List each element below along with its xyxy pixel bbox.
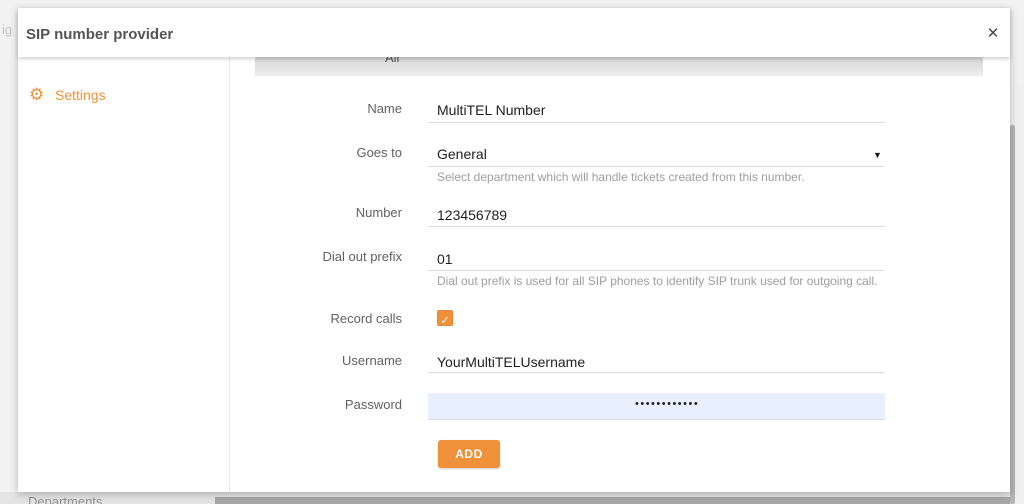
name-underline — [428, 122, 885, 123]
password-label: Password — [230, 397, 402, 412]
sip-number-provider-modal: SIP number provider ✕ ⚙ Settings All Nam… — [18, 8, 1010, 492]
close-icon: ✕ — [987, 25, 1000, 42]
record-calls-label: Record calls — [230, 311, 402, 326]
filter-bar-label: All — [385, 57, 399, 65]
goes-to-underline — [428, 166, 885, 167]
gear-icon: ⚙ — [29, 85, 44, 105]
chevron-down-icon[interactable]: ▼ — [873, 150, 882, 160]
background-text-fragment: ig — [2, 22, 12, 37]
check-icon: ✓ — [440, 315, 449, 327]
dial-out-prefix-label: Dial out prefix — [230, 249, 402, 264]
close-button[interactable]: ✕ — [982, 23, 1004, 45]
page-scrollbar-track[interactable] — [1010, 84, 1024, 504]
modal-header: SIP number provider ✕ — [18, 8, 1010, 57]
sidebar: ⚙ Settings — [18, 57, 230, 492]
settings-form: All Name MultiTEL Number Goes to General… — [230, 57, 1010, 492]
name-input[interactable]: MultiTEL Number — [437, 102, 545, 118]
username-underline — [428, 372, 885, 373]
number-input[interactable]: 123456789 — [437, 207, 507, 223]
password-input[interactable]: •••••••••••• — [428, 393, 885, 419]
password-masked-value: •••••••••••• — [635, 398, 699, 410]
dial-out-prefix-underline — [428, 270, 885, 271]
sidebar-item-settings[interactable]: ⚙ Settings — [18, 83, 229, 107]
goes-to-select[interactable]: General — [437, 146, 487, 162]
number-label: Number — [230, 205, 402, 220]
modal-title: SIP number provider — [26, 26, 173, 43]
password-underline — [428, 419, 885, 420]
number-underline — [428, 226, 885, 227]
username-input[interactable]: YourMultiTELUsername — [437, 354, 585, 370]
filter-bar-all[interactable]: All — [255, 57, 983, 76]
username-label: Username — [230, 353, 402, 368]
background-bottom-bar — [215, 497, 1010, 504]
dial-out-prefix-input[interactable]: 01 — [437, 251, 453, 267]
goes-to-label: Goes to — [230, 145, 402, 160]
background-departments-label: Departments — [28, 494, 102, 504]
name-label: Name — [230, 101, 402, 116]
dial-out-prefix-helper-text: Dial out prefix is used for all SIP phon… — [437, 274, 877, 288]
add-button[interactable]: ADD — [438, 440, 500, 468]
record-calls-checkbox[interactable]: ✓ — [437, 310, 453, 326]
sidebar-item-label: Settings — [55, 87, 106, 103]
page-scrollbar-thumb[interactable] — [1010, 125, 1015, 504]
goes-to-helper-text: Select department which will handle tick… — [437, 170, 805, 184]
